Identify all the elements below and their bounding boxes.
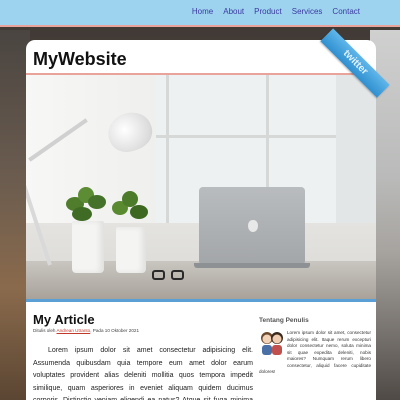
- article-title: My Article: [33, 312, 95, 327]
- plant-pot-left: [72, 221, 104, 273]
- nav-link-contact[interactable]: Contact: [332, 7, 360, 16]
- article-meta: Ditulis oleh Andrean Utranto, Pada 10 Ok…: [33, 328, 253, 333]
- nav-link-services[interactable]: Services: [292, 7, 323, 16]
- sidebar-text: Lorem ipsum dolor sit amet, consectetur …: [259, 330, 371, 374]
- article: My Article Ditulis oleh Andrean Utranto,…: [33, 312, 253, 400]
- hero-image: [26, 75, 376, 299]
- nav-link-home[interactable]: Home: [192, 7, 213, 16]
- main-card: MyWebsite My Article Ditulis oleh Andrea…: [26, 40, 376, 400]
- eyeglasses: [152, 270, 186, 280]
- site-title[interactable]: MyWebsite: [33, 49, 127, 70]
- nav-link-product[interactable]: Product: [254, 7, 282, 16]
- top-navbar: Home About Product Services Contact: [0, 0, 400, 27]
- article-meta-prefix: Ditulis oleh: [33, 328, 56, 333]
- author-sidebar: Tentang Penulis Lorem ipsum dolor sit am…: [259, 317, 371, 374]
- article-body: Lorem ipsum dolor sit amet consectetur a…: [33, 347, 253, 400]
- laptop-base: [194, 263, 310, 268]
- sidebar-title: Tentang Penulis: [259, 317, 309, 324]
- nav-link-about[interactable]: About: [223, 7, 244, 16]
- plant-pot-right: [116, 227, 146, 273]
- apple-logo-icon: [248, 220, 258, 232]
- hero-divider: [26, 299, 376, 302]
- article-author-link[interactable]: Andrean Utranto: [57, 328, 91, 333]
- nav-menu: Home About Product Services Contact: [192, 7, 360, 16]
- article-date: , Pada 10 Oktober 2021: [90, 328, 139, 333]
